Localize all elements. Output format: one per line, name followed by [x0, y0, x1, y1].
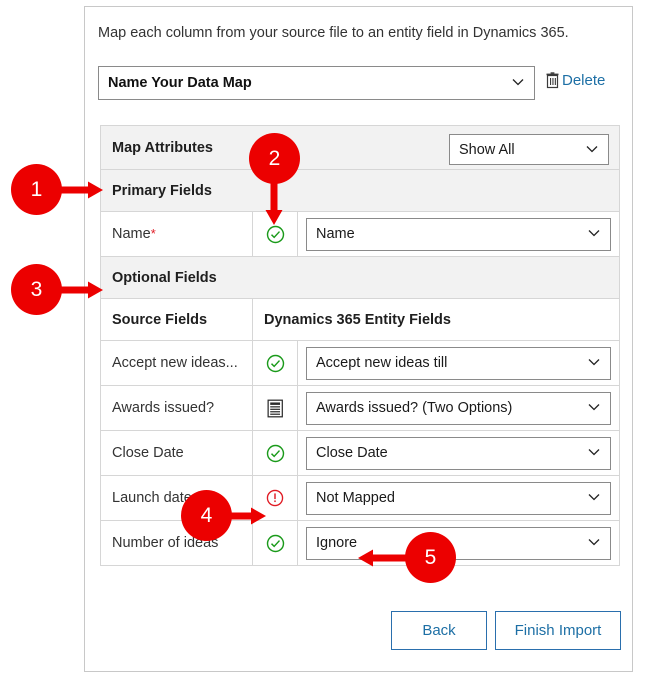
- chevron-down-icon: [588, 536, 600, 547]
- chevron-down-icon: [586, 143, 598, 154]
- chevron-down-icon: [588, 227, 600, 238]
- callout-number: 1: [30, 177, 43, 201]
- table-row: Awards issued? Awards issued? (Two Optio…: [100, 385, 620, 431]
- table-row: Close Date Close Date: [100, 430, 620, 476]
- column-header-source: Source Fields: [112, 311, 208, 328]
- entity-field-value: Accept new ideas till: [316, 355, 448, 371]
- required-marker: *: [150, 226, 156, 241]
- entity-field-select[interactable]: Accept new ideas till: [306, 346, 611, 380]
- source-field-cell: Name*: [100, 211, 253, 257]
- optional-fields-label: Optional Fields: [112, 269, 217, 286]
- entity-field-select[interactable]: Name: [306, 217, 611, 251]
- check-circle-icon: [253, 225, 297, 244]
- import-data-map-panel: Map each column from your source file to…: [84, 6, 633, 672]
- chevron-down-icon: [588, 401, 600, 412]
- entity-field-value: Not Mapped: [316, 490, 395, 506]
- source-field-label: Close Date: [112, 445, 184, 461]
- source-field-cell: Awards issued?: [100, 385, 253, 431]
- target-field-cell: Ignore: [297, 520, 620, 566]
- back-button[interactable]: Back: [391, 611, 487, 650]
- callout-number: 5: [424, 545, 437, 569]
- callout-number: 2: [268, 146, 281, 170]
- callout-badge-4: 4: [181, 490, 232, 541]
- show-all-filter-select[interactable]: Show All: [449, 134, 609, 165]
- status-cell: [252, 340, 298, 386]
- callout-number: 3: [30, 277, 43, 301]
- callout-arrow-1: [58, 181, 104, 199]
- source-field-cell: Close Date: [100, 430, 253, 476]
- source-field-label: Accept new ideas...: [112, 355, 238, 371]
- trash-icon: [546, 72, 561, 89]
- entity-field-select[interactable]: Awards issued? (Two Options): [306, 391, 611, 425]
- finish-import-button[interactable]: Finish Import: [495, 611, 621, 650]
- target-field-cell: Accept new ideas till: [297, 340, 620, 386]
- table-row: Accept new ideas... Accept new ideas til…: [100, 340, 620, 386]
- status-cell[interactable]: [252, 385, 298, 431]
- callout-badge-1: 1: [11, 164, 62, 215]
- exclamation-circle-icon: [253, 489, 297, 507]
- source-field-cell: Number of ideas: [100, 520, 253, 566]
- entity-field-value: Awards issued? (Two Options): [316, 400, 513, 416]
- callout-number: 4: [200, 503, 213, 527]
- data-map-name-row: Name Your Data Map Delete: [98, 66, 621, 100]
- check-circle-icon: [253, 444, 297, 463]
- callout-arrow-2: [265, 178, 283, 226]
- attribute-mapping-table: Map Attributes Show All Primary Fields N…: [100, 125, 620, 566]
- option-set-icon[interactable]: [253, 399, 297, 418]
- column-header-row: Source Fields Dynamics 365 Entity Fields: [100, 298, 620, 341]
- entity-field-select[interactable]: Not Mapped: [306, 481, 611, 515]
- data-map-name-select[interactable]: Name Your Data Map: [98, 66, 535, 100]
- entity-field-select[interactable]: Ignore: [306, 526, 611, 560]
- data-map-name-value: Name Your Data Map: [108, 75, 252, 91]
- source-field-cell: Accept new ideas...: [100, 340, 253, 386]
- show-all-filter-value: Show All: [459, 141, 515, 158]
- section-header-optional-fields: Optional Fields: [100, 256, 620, 299]
- table-row: Launch date Not Mapped: [100, 475, 620, 521]
- chevron-down-icon: [588, 491, 600, 502]
- callout-badge-2: 2: [249, 133, 300, 184]
- callout-badge-3: 3: [11, 264, 62, 315]
- target-field-cell: Name: [297, 211, 620, 257]
- status-cell: [252, 430, 298, 476]
- primary-fields-label: Primary Fields: [112, 182, 212, 199]
- table-row: Name* Name: [100, 211, 620, 257]
- target-field-cell: Awards issued? (Two Options): [297, 385, 620, 431]
- delete-data-map-button[interactable]: Delete: [546, 72, 605, 89]
- target-field-cell: Not Mapped: [297, 475, 620, 521]
- wizard-footer: Back Finish Import: [98, 611, 621, 651]
- page-title: Map each column from your source file to…: [98, 25, 569, 41]
- chevron-down-icon: [588, 446, 600, 457]
- map-attributes-cell: Map Attributes Show All: [100, 125, 620, 170]
- delete-label: Delete: [562, 72, 606, 89]
- callout-badge-5: 5: [405, 532, 456, 583]
- entity-field-value: Name: [316, 226, 355, 242]
- callout-arrow-5: [357, 549, 409, 567]
- entity-field-select[interactable]: Close Date: [306, 436, 611, 470]
- target-field-cell: Close Date: [297, 430, 620, 476]
- column-header-target: Dynamics 365 Entity Fields: [264, 311, 451, 328]
- entity-field-value: Close Date: [316, 445, 388, 461]
- entity-field-value: Ignore: [316, 535, 358, 551]
- source-field-label: Name: [112, 226, 151, 242]
- source-field-label: Launch date: [112, 490, 192, 506]
- chevron-down-icon: [588, 356, 600, 367]
- map-attributes-row: Map Attributes Show All: [100, 125, 620, 170]
- callout-arrow-3: [58, 281, 104, 299]
- check-circle-icon: [253, 354, 297, 373]
- chevron-down-icon: [512, 76, 524, 87]
- section-header-primary-fields: Primary Fields: [100, 169, 620, 212]
- map-attributes-label: Map Attributes: [112, 139, 213, 156]
- source-field-label: Awards issued?: [112, 400, 215, 416]
- check-circle-icon: [253, 534, 297, 553]
- status-cell: [252, 520, 298, 566]
